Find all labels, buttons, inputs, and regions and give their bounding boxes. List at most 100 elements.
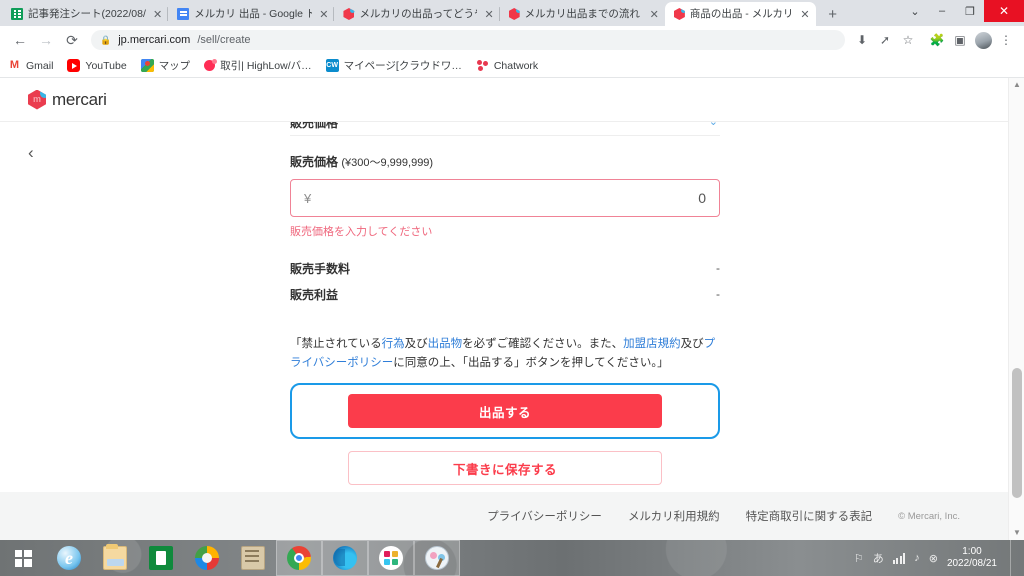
new-tab-button[interactable]: + xyxy=(820,2,846,26)
page-viewport: m mercari ‹ 販売価格 ⌄ 販売価格 (¥300〜9,999,999) xyxy=(0,78,1024,540)
back-chevron-icon[interactable]: ‹ xyxy=(28,144,34,161)
prohibited-items-link[interactable]: 出品物 xyxy=(428,338,463,350)
bookmark-crowdworks[interactable]: CW マイページ[クラウドワ… xyxy=(325,58,462,73)
page-scrollbar[interactable]: ▲ ▼ xyxy=(1008,78,1024,540)
chrome-icon xyxy=(287,546,311,570)
start-button[interactable] xyxy=(0,540,46,576)
fee-row-commission: 販売手数料 - xyxy=(290,255,720,281)
slack-icon xyxy=(379,546,403,570)
show-desktop-button[interactable] xyxy=(1010,540,1014,576)
photos-icon xyxy=(195,546,219,570)
close-window-button[interactable]: ✕ xyxy=(984,0,1024,22)
browser-tab-3[interactable]: メルカリの出品ってどうやるの？初 ✕ xyxy=(334,2,500,26)
browser-tab-5-active[interactable]: 商品の出品 - メルカリ ✕ xyxy=(664,2,816,26)
minimize-button[interactable]: – xyxy=(928,0,956,22)
tab-search-chevron-icon[interactable]: ⌄ xyxy=(902,0,928,22)
browser-tab-2[interactable]: メルカリ 出品 - Google ドキュメ ✕ xyxy=(168,2,335,26)
browser-window: 記事発注シート(2022/08/01~ ✕ メルカリ 出品 - Google ド… xyxy=(0,0,1024,540)
highlow-icon xyxy=(204,59,218,71)
bookmark-highlow[interactable]: 取引| HighLow/バ… xyxy=(204,58,312,73)
scrollbar-thumb[interactable] xyxy=(1012,368,1022,498)
taskbar-internet-explorer[interactable] xyxy=(46,540,92,576)
footer-link-terms[interactable]: メルカリ利用規約 xyxy=(628,508,720,524)
taskbar-microsoft-edge[interactable] xyxy=(322,540,368,576)
notification-flag-icon[interactable]: ⚐ xyxy=(854,552,864,565)
forward-button[interactable]: → xyxy=(34,28,58,52)
url-host: jp.mercari.com xyxy=(118,34,191,46)
footer-link-privacy[interactable]: プライバシーポリシー xyxy=(487,508,602,524)
tab-title: メルカリの出品ってどうやるの？初 xyxy=(359,8,477,20)
price-error-message: 販売価格を入力してください xyxy=(290,226,433,238)
windows-taskbar: ⚐ あ ♪ ⊗ 1:00 2022/08/21 xyxy=(0,540,1024,576)
bookmark-chatwork[interactable]: Chatwork xyxy=(476,59,538,72)
bookmark-youtube[interactable]: YouTube xyxy=(67,59,127,72)
crowdworks-icon: CW xyxy=(325,59,339,72)
taskbar-paint[interactable] xyxy=(414,540,460,576)
taskbar-slack[interactable] xyxy=(368,540,414,576)
taskbar-google-chrome[interactable] xyxy=(276,540,322,576)
share-icon[interactable]: ➚ xyxy=(875,30,895,50)
chevron-down-icon[interactable]: ⌄ xyxy=(709,122,718,128)
legal-text-1: 「禁止されている xyxy=(290,338,382,350)
submit-button-focus-ring: 出品する xyxy=(290,383,720,440)
price-range-hint: (¥300〜9,999,999) xyxy=(341,157,434,169)
google-maps-icon xyxy=(140,59,154,72)
tab-close-icon[interactable]: ✕ xyxy=(800,8,809,21)
tab-close-icon[interactable]: ✕ xyxy=(153,8,162,21)
tab-title: 商品の出品 - メルカリ xyxy=(689,8,794,20)
google-sheets-icon xyxy=(11,8,23,20)
ime-indicator[interactable]: あ xyxy=(873,550,884,566)
clock-date: 2022/08/21 xyxy=(946,558,997,569)
paint-icon xyxy=(425,546,449,570)
tab-title: メルカリ出品までの流れ・売り方 xyxy=(524,8,643,20)
prohibited-actions-link[interactable]: 行為 xyxy=(382,338,405,350)
system-tray: ⚐ あ ♪ ⊗ 1:00 2022/08/21 xyxy=(854,540,1024,576)
taskbar-microsoft-store[interactable] xyxy=(138,540,184,576)
taskbar-sticky-notes[interactable] xyxy=(230,540,276,576)
tab-close-icon[interactable]: ✕ xyxy=(319,8,328,21)
action-center-icon[interactable]: ⊗ xyxy=(929,552,938,565)
bookmark-gmail[interactable]: M Gmail xyxy=(8,59,54,72)
bookmark-label: YouTube xyxy=(85,59,127,72)
save-draft-button[interactable]: 下書きに保存する xyxy=(348,451,662,486)
taskbar-clock[interactable]: 1:00 2022/08/21 xyxy=(947,546,997,571)
tab-close-icon[interactable]: ✕ xyxy=(650,8,659,21)
store-icon xyxy=(149,546,173,570)
browser-tab-1[interactable]: 記事発注シート(2022/08/01~ ✕ xyxy=(2,2,169,26)
maximize-button[interactable]: ❐ xyxy=(956,0,984,22)
reload-button[interactable]: ⟳ xyxy=(60,28,84,52)
mercari-logo[interactable]: m mercari xyxy=(28,89,107,110)
youtube-icon xyxy=(67,59,81,72)
submit-listing-button[interactable]: 出品する xyxy=(348,394,662,429)
scroll-up-arrow-icon[interactable]: ▲ xyxy=(1009,78,1024,92)
taskbar-file-explorer[interactable] xyxy=(92,540,138,576)
browser-tab-4[interactable]: メルカリ出品までの流れ・売り方 ✕ xyxy=(499,2,665,26)
price-input-value: 0 xyxy=(698,190,706,206)
chrome-menu-icon[interactable]: ⋮ xyxy=(996,30,1016,50)
extensions-icon[interactable]: 🧩 xyxy=(927,30,947,50)
windows-logo-icon xyxy=(14,549,32,567)
tab-close-icon[interactable]: ✕ xyxy=(484,8,493,21)
install-icon[interactable]: ⬇ xyxy=(852,30,872,50)
mercari-icon xyxy=(343,8,355,20)
fee-value: - xyxy=(716,287,720,301)
price-field-label: 販売価格 (¥300〜9,999,999) xyxy=(290,153,720,170)
volume-icon[interactable]: ♪ xyxy=(914,552,920,564)
scroll-down-arrow-icon[interactable]: ▼ xyxy=(1009,526,1024,540)
back-button[interactable]: ← xyxy=(8,28,32,52)
price-input[interactable]: ¥ 0 xyxy=(290,179,720,217)
wifi-icon[interactable] xyxy=(892,552,906,564)
profile-avatar[interactable] xyxy=(973,30,993,50)
address-bar[interactable]: 🔒 jp.mercari.com/sell/create xyxy=(91,30,845,50)
bookmark-star-icon[interactable]: ☆ xyxy=(898,30,918,50)
side-panel-icon[interactable]: ▣ xyxy=(950,30,970,50)
legal-text-4: 及び xyxy=(680,338,704,350)
legal-text-3: を必ずご確認ください。また、 xyxy=(462,338,624,350)
bookmark-maps[interactable]: マップ xyxy=(140,58,190,73)
price-section-header-cutoff: 販売価格 ⌄ xyxy=(290,122,720,136)
taskbar-photos[interactable] xyxy=(184,540,230,576)
page-body: ‹ 販売価格 ⌄ 販売価格 (¥300〜9,999,999) ¥ 0 販売価格を… xyxy=(0,122,1024,540)
merchant-terms-link[interactable]: 加盟店規約 xyxy=(623,338,681,350)
draft-button-wrap: 下書きに保存する xyxy=(290,451,720,486)
footer-link-commerce-law[interactable]: 特定商取引に関する表記 xyxy=(746,508,873,524)
